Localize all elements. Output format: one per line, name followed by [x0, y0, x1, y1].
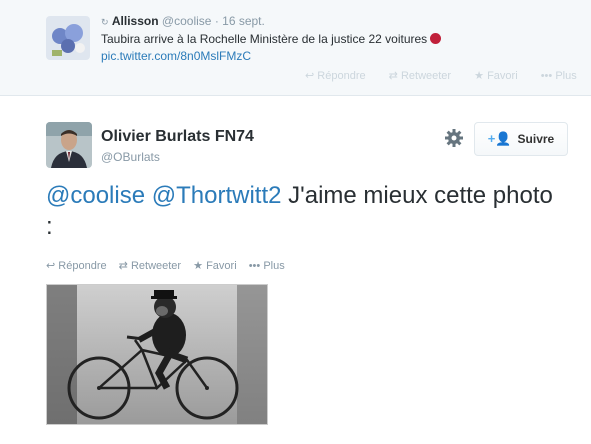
parent-pic-link[interactable]: pic.twitter.com/8n0MslFMzC: [101, 49, 251, 63]
parent-reply-label: Répondre: [317, 70, 366, 82]
mention-thortwitt2[interactable]: @Thortwitt2: [152, 182, 282, 209]
parent-favorite-action[interactable]: ★ Favori: [474, 70, 527, 82]
allisson-avatar[interactable]: [46, 16, 90, 60]
more-label: Plus: [263, 260, 285, 272]
favorite-label: Favori: [206, 260, 237, 272]
parent-separator: ·: [214, 14, 219, 28]
parent-more-label: Plus: [555, 70, 577, 82]
retweet-action[interactable]: ⇄ Retweeter: [119, 260, 181, 272]
parent-author-name[interactable]: Allisson: [112, 14, 159, 28]
gear-icon[interactable]: [444, 128, 464, 148]
parent-favorite-label: Favori: [487, 70, 518, 82]
parent-actions: ↩ Répondre ⇄ Retweeter ★ Favori ••• Plus: [305, 69, 591, 82]
parent-retweet-action[interactable]: ⇄ Retweeter: [389, 70, 461, 82]
more-action[interactable]: ••• Plus: [249, 260, 285, 272]
author-name[interactable]: Olivier Burlats FN74: [101, 128, 254, 146]
add-user-icon: +👤: [487, 131, 512, 146]
follow-button[interactable]: +👤 Suivre: [474, 122, 568, 156]
parent-tweet[interactable]: ↻ Allisson @coolise · 16 sept. Taubira a…: [0, 0, 591, 96]
parent-timestamp[interactable]: 16 sept.: [222, 14, 265, 28]
follow-label: Suivre: [517, 132, 555, 146]
mention-coolise[interactable]: @coolise: [46, 182, 145, 209]
tweet-text: @coolise @Thortwitt2 J'aime mieux cette …: [46, 180, 566, 242]
parent-reply-action[interactable]: ↩ Répondre: [305, 70, 376, 82]
favorite-action[interactable]: ★ Favori: [193, 260, 236, 272]
tweet-photo[interactable]: [46, 284, 268, 425]
emoji-icon: [430, 33, 442, 44]
reply-user-icon: ↻: [101, 17, 109, 27]
parent-retweet-label: Retweeter: [400, 70, 452, 82]
tweet-actions: ↩ Répondre ⇄ Retweeter ★ Favori ••• Plus: [46, 259, 294, 272]
reply-action[interactable]: ↩ Répondre: [46, 260, 107, 272]
parent-more-action[interactable]: ••• Plus: [541, 70, 587, 82]
parent-author-handle[interactable]: @coolise: [162, 14, 212, 28]
reply-label: Répondre: [58, 260, 107, 272]
parent-tweet-text: Taubira arrive à la Rochelle Ministère d…: [101, 32, 428, 46]
olivier-avatar[interactable]: [46, 122, 92, 168]
retweet-label: Retweeter: [130, 260, 182, 272]
author-handle[interactable]: @OBurlats: [101, 150, 160, 164]
